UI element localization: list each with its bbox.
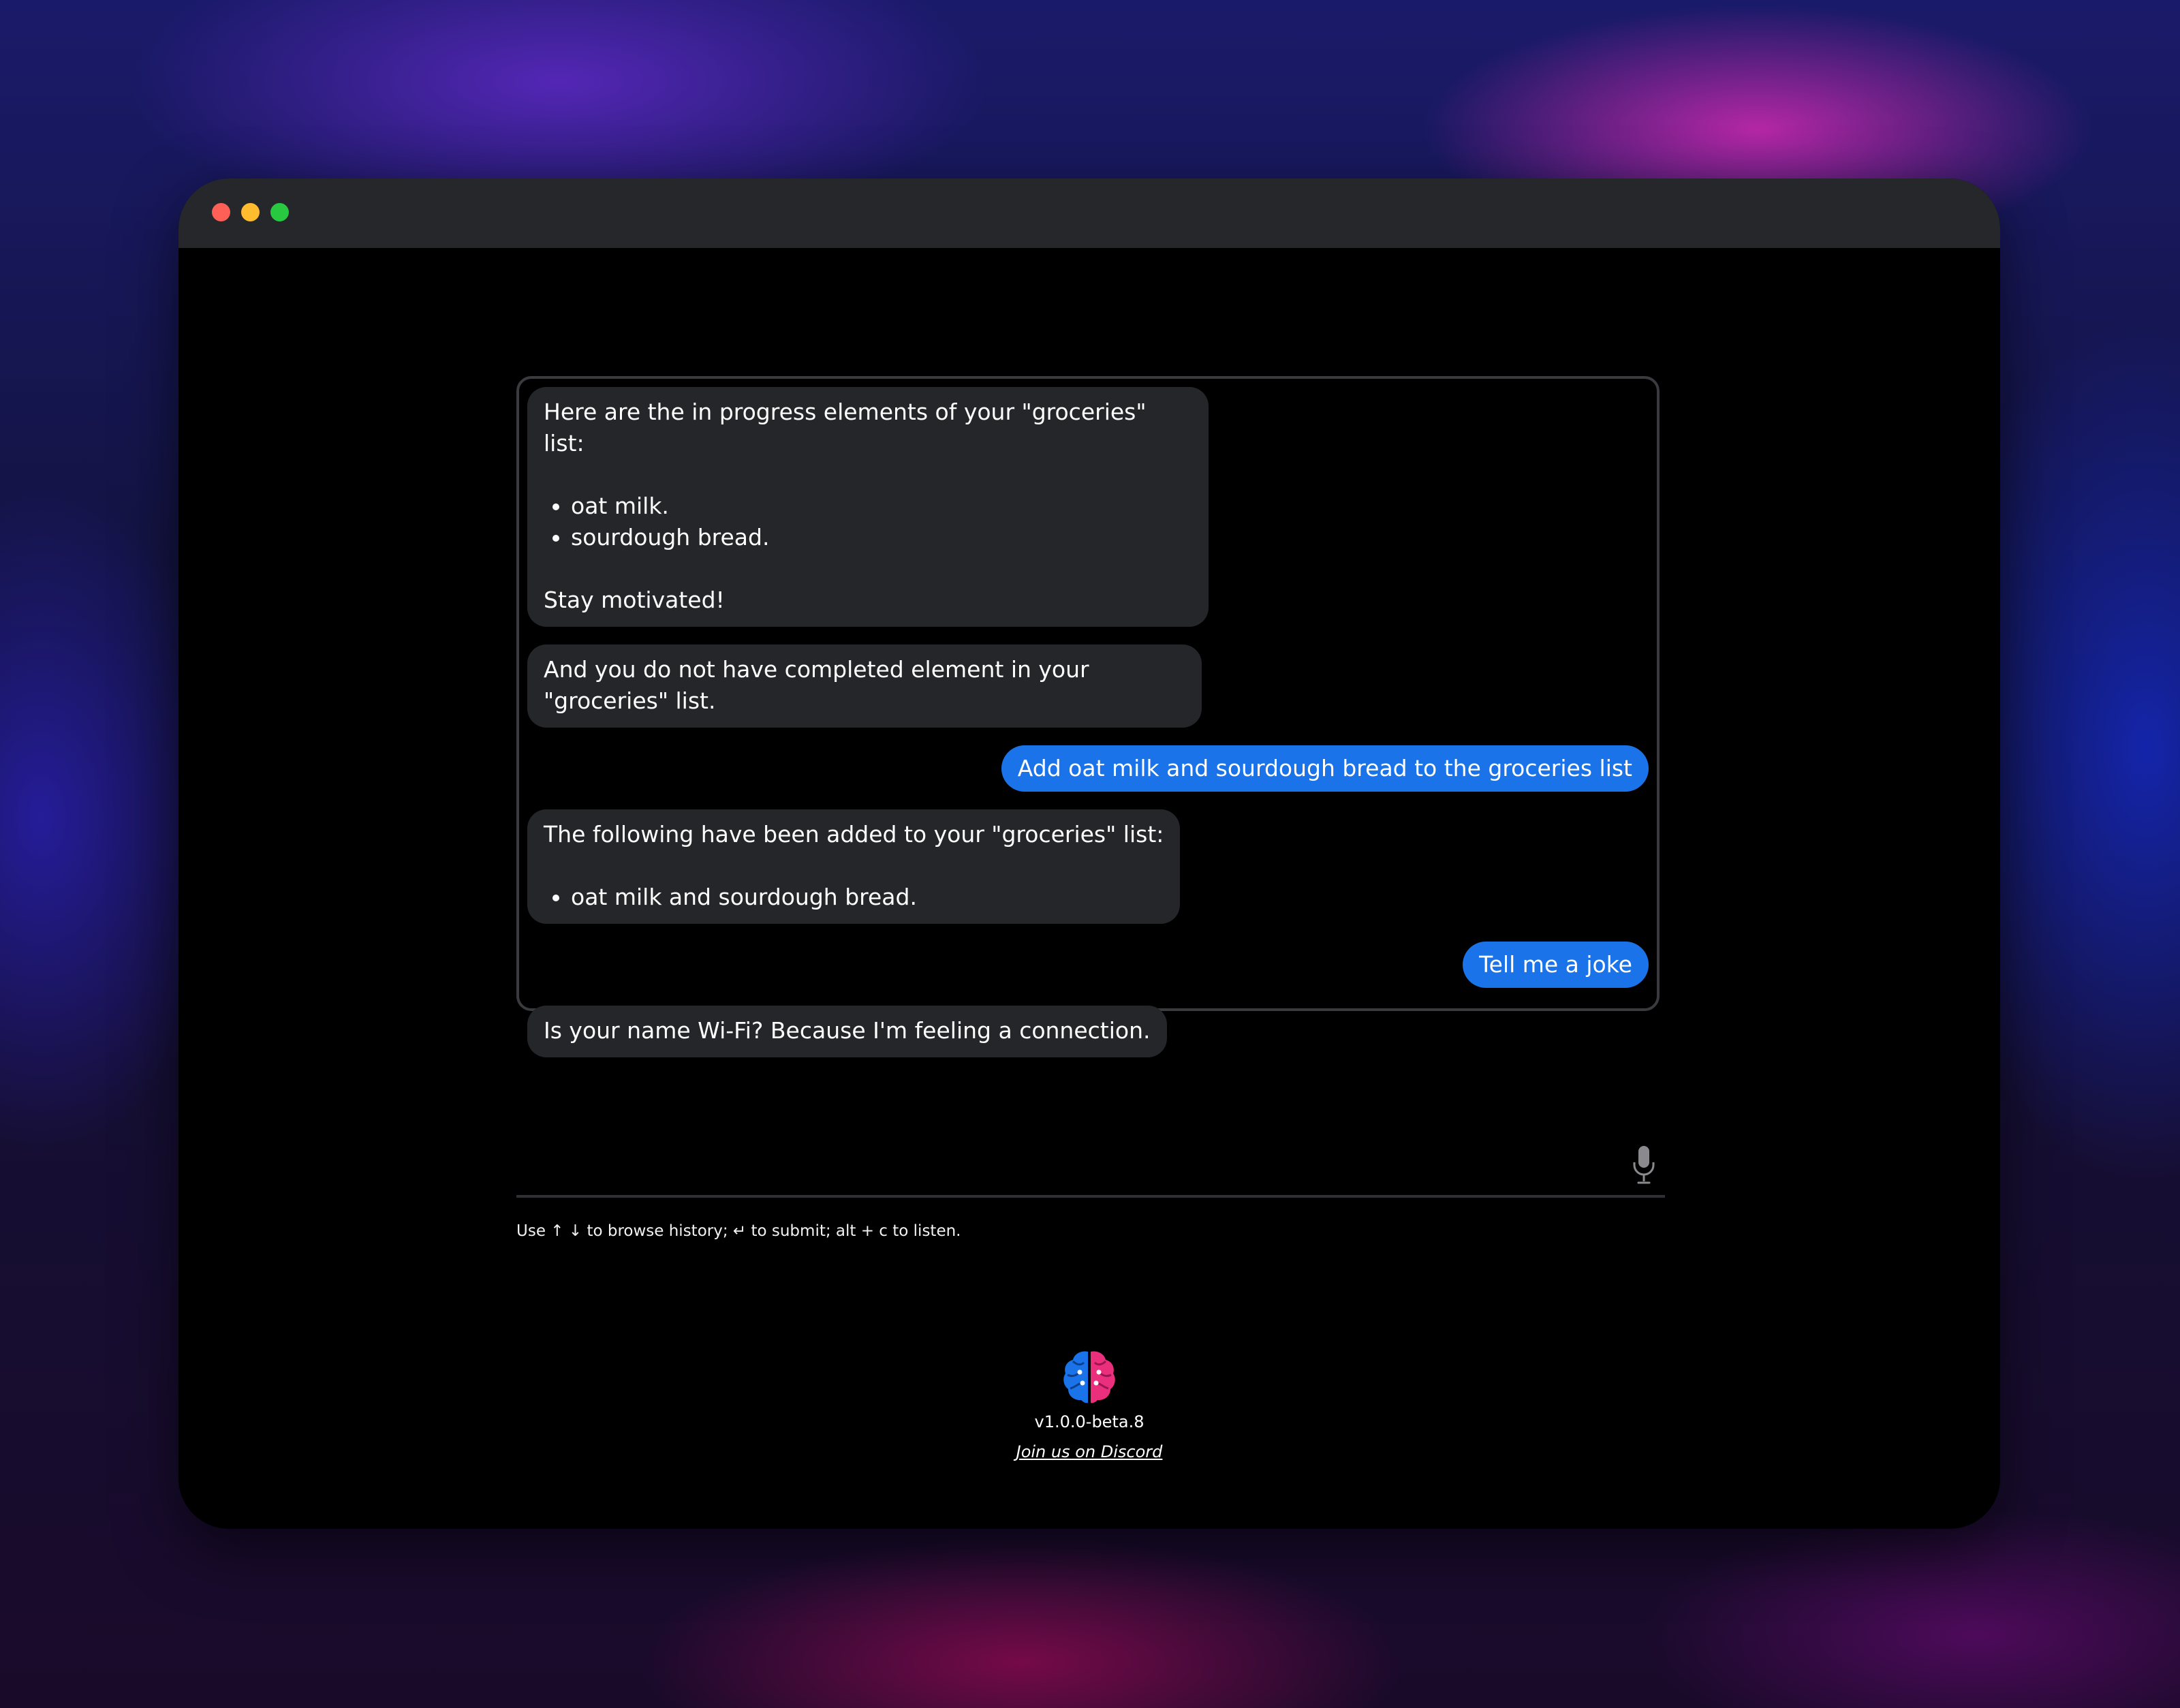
bot-message: Is your name Wi-Fi? Because I'm feeling … [527, 1006, 1167, 1057]
list-item: oat milk. [571, 491, 1192, 522]
brain-logo-icon [1063, 1351, 1115, 1403]
message-text: Tell me a joke [1479, 951, 1632, 978]
microphone-icon[interactable] [1632, 1145, 1655, 1185]
discord-link[interactable]: Join us on Discord [1016, 1440, 1163, 1463]
message-list: oat milk. sourdough bread. [544, 491, 1192, 553]
app-window: Here are the in progress elements of you… [178, 178, 2000, 1529]
message-text: Add oat milk and sourdough bread to the … [1017, 755, 1632, 781]
close-window-button[interactable] [212, 203, 230, 221]
message-text: Here are the in progress elements of you… [544, 399, 1147, 456]
maximize-window-button[interactable] [270, 203, 289, 221]
user-message: Tell me a joke [1463, 942, 1649, 988]
message-text: The following have been added to your "g… [544, 821, 1164, 848]
chat-history-panel[interactable]: Here are the in progress elements of you… [516, 376, 1660, 1057]
message-text: Is your name Wi-Fi? Because I'm feeling … [544, 1017, 1151, 1044]
minimize-window-button[interactable] [241, 203, 260, 221]
message-list: oat milk and sourdough bread. [544, 882, 1164, 913]
chat-input[interactable] [516, 1138, 1665, 1198]
user-message: Add oat milk and sourdough bread to the … [1001, 745, 1649, 792]
bot-message: And you do not have completed element in… [527, 645, 1202, 728]
list-item: oat milk and sourdough bread. [571, 882, 1164, 913]
list-item: sourdough bread. [571, 522, 1192, 553]
bot-message: The following have been added to your "g… [527, 809, 1181, 924]
footer: v1.0.0-beta.8 Join us on Discord [178, 1348, 2000, 1463]
input-hint: Use ↑ ↓ to browse history; ↵ to submit; … [516, 1222, 961, 1240]
message-text: And you do not have completed element in… [544, 656, 1089, 714]
app-version: v1.0.0-beta.8 [1034, 1412, 1144, 1431]
title-bar [178, 178, 2000, 248]
message-text: Stay motivated! [544, 587, 725, 613]
bot-message: Here are the in progress elements of you… [527, 387, 1209, 627]
